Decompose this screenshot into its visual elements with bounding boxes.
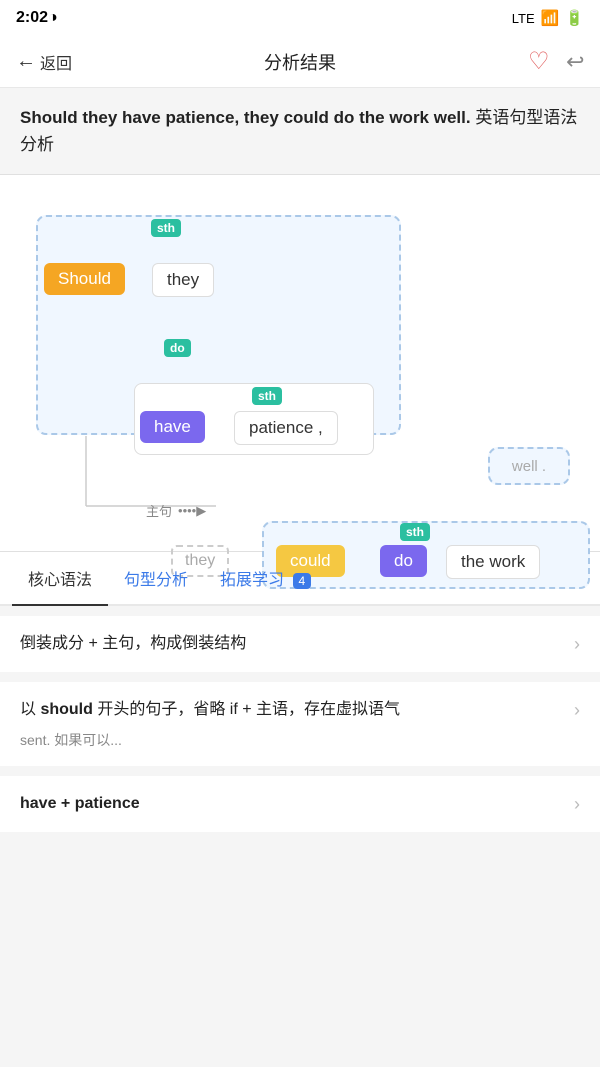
grammar-card-2-title: 以 should 开头的句子，省略 if + 主语，存在虚拟语气 <box>20 698 566 722</box>
sth-tag-inner: sth <box>252 387 282 405</box>
tab-pattern[interactable]: 句型分析 <box>108 552 204 604</box>
grammar-card-1[interactable]: 倒装成分 + 主句，构成倒装结构 › <box>0 616 600 672</box>
well-box: well . <box>488 447 570 485</box>
nav-actions: ♡ ↪ <box>528 47 584 76</box>
do-badge-container: do <box>164 339 191 357</box>
have-chip-container: have <box>140 411 205 443</box>
sentence-bold: Should they have patience, they could do… <box>20 108 471 127</box>
grammar-card-2-strong: should <box>40 701 92 718</box>
sth-badge-3: sth <box>400 523 430 541</box>
they1-chip: they <box>152 263 214 297</box>
do2-chip-container: do <box>380 545 427 577</box>
grammar-card-3[interactable]: have + patience › <box>0 776 600 832</box>
status-bar: 2:02 ◑ LTE 📶 🔋 <box>0 0 600 36</box>
tab-core[interactable]: 核心语法 <box>12 552 108 604</box>
status-icons: LTE 📶 🔋 <box>512 9 584 27</box>
grammar-card-3-row: have + patience › <box>20 792 580 816</box>
grammar-card-3-strong: have + patience <box>20 795 140 812</box>
signal-icon: 📶 <box>541 9 560 27</box>
grammar-card-3-title: have + patience <box>20 792 566 816</box>
tab-extend[interactable]: 拓展学习 4 <box>204 552 327 604</box>
patience-chip: patience , <box>234 411 338 445</box>
chevron-icon-2: › <box>574 700 580 721</box>
they1-chip-container: they <box>152 263 214 297</box>
do2-chip: do <box>380 545 427 577</box>
sth-badge-2: sth <box>252 387 282 405</box>
share-button[interactable]: ↪ <box>566 49 584 75</box>
page-title: 分析结果 <box>264 49 336 75</box>
sth-tag-top: sth <box>151 219 181 237</box>
sth-tag-bottom: sth <box>400 523 430 541</box>
main-clause-label: 主句 ••••▶ <box>146 501 206 520</box>
sth-badge-1: sth <box>151 219 181 237</box>
patience-chip-container: patience , <box>234 411 338 445</box>
grammar-card-1-title: 倒装成分 + 主句，构成倒装结构 <box>20 632 566 656</box>
grammar-section: 倒装成分 + 主句，构成倒装结构 › 以 should 开头的句子，省略 if … <box>0 606 600 852</box>
arrow-dots: ••••▶ <box>178 503 206 519</box>
grammar-card-2-sub: sent. 如果可以... <box>20 730 580 750</box>
well-chip: well . <box>512 458 546 475</box>
have-chip: have <box>140 411 205 443</box>
back-button[interactable]: ← 返回 <box>16 50 72 74</box>
favorite-button[interactable]: ♡ <box>528 47 550 76</box>
lte-label: LTE <box>512 11 535 26</box>
main-clause-text: 主句 <box>146 501 172 520</box>
halfcircle-icon: ◑ <box>48 9 58 27</box>
back-label: 返回 <box>40 50 72 74</box>
tab-extend-badge: 4 <box>293 573 312 589</box>
status-time: 2:02 <box>16 9 48 27</box>
grammar-card-1-row: 倒装成分 + 主句，构成倒装结构 › <box>20 632 580 656</box>
diagram-area: sth Should they do sth have patience , <box>0 175 600 552</box>
grammar-card-2-row: 以 should 开头的句子，省略 if + 主语，存在虚拟语气 › <box>20 698 580 722</box>
thework-chip-container: the work <box>446 545 540 579</box>
diagram-inner: sth Should they do sth have patience , <box>16 191 584 531</box>
should-chip: Should <box>44 263 125 295</box>
back-arrow-icon: ← <box>16 50 36 73</box>
do-badge: do <box>164 339 191 357</box>
nav-bar: ← 返回 分析结果 ♡ ↪ <box>0 36 600 88</box>
chevron-icon-1: › <box>574 634 580 655</box>
should-chip-container: Should <box>44 263 125 295</box>
sentence-text: Should they have patience, they could do… <box>20 104 580 158</box>
sentence-header: Should they have patience, they could do… <box>0 88 600 175</box>
grammar-card-2[interactable]: 以 should 开头的句子，省略 if + 主语，存在虚拟语气 › sent.… <box>0 682 600 766</box>
chevron-icon-3: › <box>574 794 580 815</box>
thework-chip: the work <box>446 545 540 579</box>
battery-icon: 🔋 <box>565 9 584 27</box>
